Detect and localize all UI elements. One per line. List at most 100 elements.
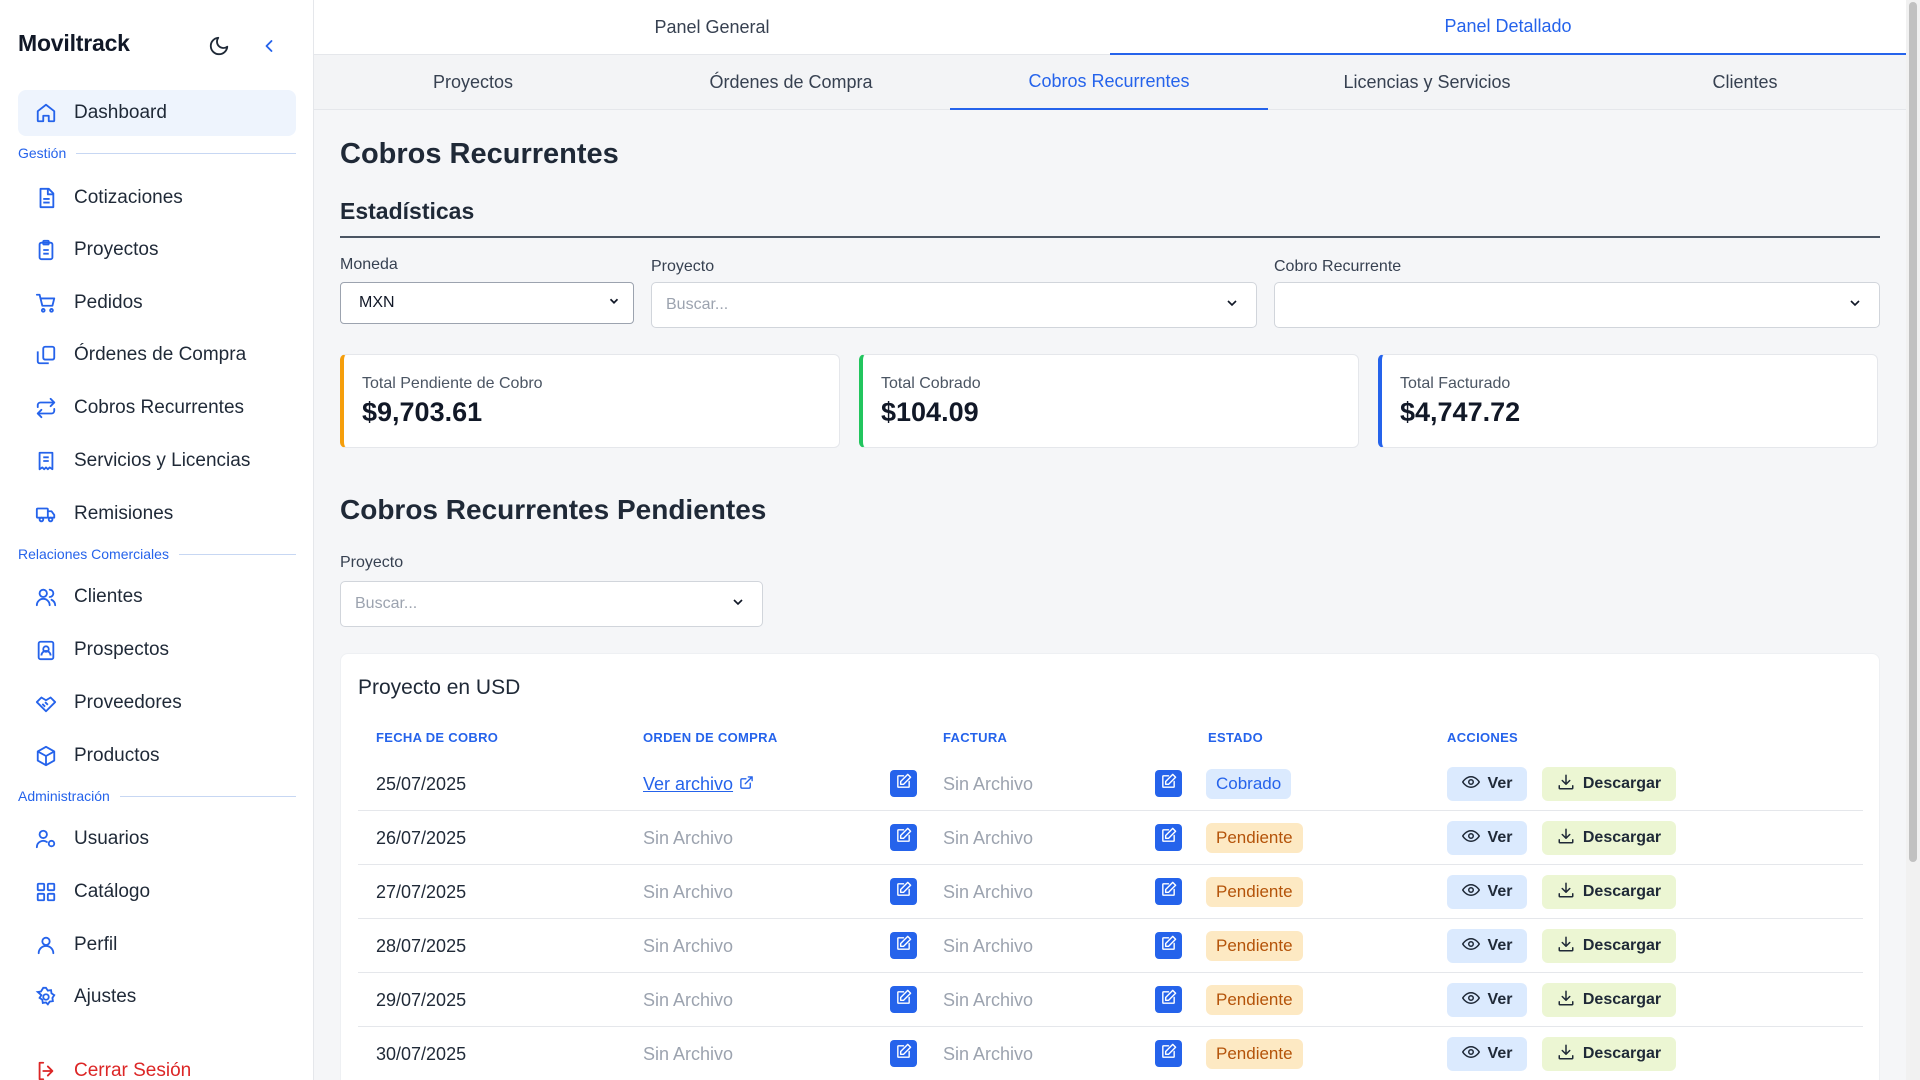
- home-icon: [18, 102, 74, 124]
- view-button[interactable]: Ver: [1447, 1037, 1527, 1071]
- logout-label: Cerrar Sesión: [74, 1060, 192, 1080]
- view-button[interactable]: Ver: [1447, 983, 1527, 1017]
- edit-factura-button[interactable]: [1155, 1040, 1182, 1067]
- sidebar-item-label: Proyectos: [74, 239, 159, 260]
- tab-panel-detallado[interactable]: Panel Detallado: [1110, 0, 1906, 55]
- status-badge: Pendiente: [1206, 877, 1303, 907]
- orden-cell: Sin Archivo: [643, 973, 733, 1027]
- tab-ordenes-compra[interactable]: Órdenes de Compra: [632, 55, 950, 110]
- sidebar-item-label: Pedidos: [74, 292, 143, 313]
- tab-clientes[interactable]: Clientes: [1586, 55, 1904, 110]
- edit-orden-button[interactable]: [890, 770, 917, 797]
- table-title: Proyecto en USD: [358, 676, 521, 699]
- eye-icon: [1461, 881, 1480, 904]
- sidebar-item-ajustes[interactable]: Ajustes: [18, 974, 296, 1020]
- sidebar-item-label: Cotizaciones: [74, 187, 183, 208]
- stat-card-pendiente: Total Pendiente de Cobro $9,703.61: [340, 354, 840, 448]
- edit-factura-button[interactable]: [1155, 824, 1182, 851]
- edit-orden-button[interactable]: [890, 1040, 917, 1067]
- box-icon: [18, 745, 74, 767]
- section-relaciones: Relaciones Comerciales: [18, 546, 296, 562]
- view-button[interactable]: Ver: [1447, 767, 1527, 801]
- pending-proyecto-select[interactable]: Buscar...: [340, 581, 763, 627]
- clipboard-icon: [18, 239, 74, 261]
- sidebar-item-clientes[interactable]: Clientes: [18, 574, 296, 620]
- sidebar-item-usuarios[interactable]: Usuarios: [18, 816, 296, 862]
- edit-orden-button[interactable]: [890, 986, 917, 1013]
- download-button[interactable]: Descargar: [1542, 929, 1676, 963]
- moon-icon[interactable]: [206, 33, 232, 59]
- sidebar-item-proyectos[interactable]: Proyectos: [18, 227, 296, 273]
- contact-icon: [18, 639, 74, 661]
- download-button[interactable]: Descargar: [1542, 821, 1676, 855]
- sidebar-item-productos[interactable]: Productos: [18, 733, 296, 779]
- section-administracion: Administración: [18, 788, 296, 804]
- fecha-cell: 29/07/2025: [376, 989, 467, 1010]
- tab-licencias-servicios[interactable]: Licencias y Servicios: [1268, 55, 1586, 110]
- edit-factura-button[interactable]: [1155, 986, 1182, 1013]
- sidebar-item-dashboard[interactable]: Dashboard: [18, 90, 296, 136]
- orden-link[interactable]: Ver archivo: [643, 774, 733, 795]
- sidebar-item-label: Servicios y Licencias: [74, 450, 251, 471]
- download-label: Descargar: [1582, 991, 1662, 1008]
- tab-panel-general[interactable]: Panel General: [314, 0, 1110, 55]
- tab-proyectos[interactable]: Proyectos: [314, 55, 632, 110]
- edit-factura-button[interactable]: [1155, 770, 1182, 797]
- proyecto-search-select[interactable]: Buscar...: [651, 282, 1257, 328]
- sidebar-item-label: Cobros Recurrentes: [74, 397, 245, 418]
- download-label: Descargar: [1582, 829, 1662, 846]
- edit-orden-button[interactable]: [890, 824, 917, 851]
- tab-cobros-recurrentes[interactable]: Cobros Recurrentes: [950, 55, 1268, 110]
- edit-factura-button[interactable]: [1155, 932, 1182, 959]
- view-label: Ver: [1487, 991, 1513, 1008]
- edit-orden-button[interactable]: [890, 878, 917, 905]
- sidebar-item-servicios[interactable]: Servicios y Licencias: [18, 438, 296, 484]
- stat-title: Total Facturado: [1400, 375, 1511, 392]
- pending-title: Cobros Recurrentes Pendientes: [340, 494, 767, 525]
- logout-button[interactable]: Cerrar Sesión: [18, 1048, 296, 1080]
- sidebar-item-catalogo[interactable]: Catálogo: [18, 869, 296, 915]
- sidebar-item-cotizaciones[interactable]: Cotizaciones: [18, 175, 296, 221]
- view-button[interactable]: Ver: [1447, 929, 1527, 963]
- scrollbar[interactable]: [1906, 0, 1920, 1080]
- grid-icon: [18, 881, 74, 903]
- th-factura: FACTURA: [943, 730, 1008, 745]
- sidebar-item-proveedores[interactable]: Proveedores: [18, 680, 296, 726]
- view-button[interactable]: Ver: [1447, 821, 1527, 855]
- sidebar-item-ordenes[interactable]: Órdenes de Compra: [18, 332, 296, 378]
- cobro-recurrente-select[interactable]: [1274, 282, 1880, 328]
- view-button[interactable]: Ver: [1447, 875, 1527, 909]
- stat-value: $9,703.61: [362, 397, 483, 427]
- factura-cell: Sin Archivo: [943, 827, 1034, 848]
- chevron-left-icon[interactable]: [256, 33, 282, 59]
- sidebar-item-pedidos[interactable]: Pedidos: [18, 280, 296, 326]
- moneda-select[interactable]: MXN: [340, 282, 634, 324]
- edit-icon: [1160, 827, 1177, 849]
- download-button[interactable]: Descargar: [1542, 983, 1676, 1017]
- edit-orden-button[interactable]: [890, 932, 917, 959]
- download-button[interactable]: Descargar: [1542, 767, 1676, 801]
- orden-text: Sin Archivo: [643, 989, 734, 1010]
- moneda-label: Moneda: [340, 256, 398, 273]
- orden-cell: Sin Archivo: [643, 919, 733, 973]
- eye-icon: [1461, 1043, 1480, 1066]
- top-tabs: Panel General Panel Detallado: [314, 0, 1906, 55]
- factura-cell: Sin Archivo: [943, 935, 1034, 956]
- edit-icon: [895, 935, 912, 957]
- scrollbar-thumb[interactable]: [1909, 2, 1917, 862]
- brand-logo: Moviltrack: [18, 30, 130, 56]
- stat-card-facturado: Total Facturado $4,747.72: [1378, 354, 1878, 448]
- eye-icon: [1461, 935, 1480, 958]
- download-icon: [1557, 881, 1575, 904]
- user-cog-icon: [18, 828, 74, 850]
- sidebar-item-label: Usuarios: [74, 828, 149, 849]
- download-button[interactable]: Descargar: [1542, 875, 1676, 909]
- sidebar-item-perfil[interactable]: Perfil: [18, 922, 296, 968]
- sidebar-item-remisiones[interactable]: Remisiones: [18, 491, 296, 537]
- gear-icon: [18, 986, 74, 1008]
- download-button[interactable]: Descargar: [1542, 1037, 1676, 1071]
- sidebar-item-prospectos[interactable]: Prospectos: [18, 627, 296, 673]
- edit-factura-button[interactable]: [1155, 878, 1182, 905]
- view-label: Ver: [1487, 883, 1513, 900]
- sidebar-item-cobros[interactable]: Cobros Recurrentes: [18, 385, 296, 431]
